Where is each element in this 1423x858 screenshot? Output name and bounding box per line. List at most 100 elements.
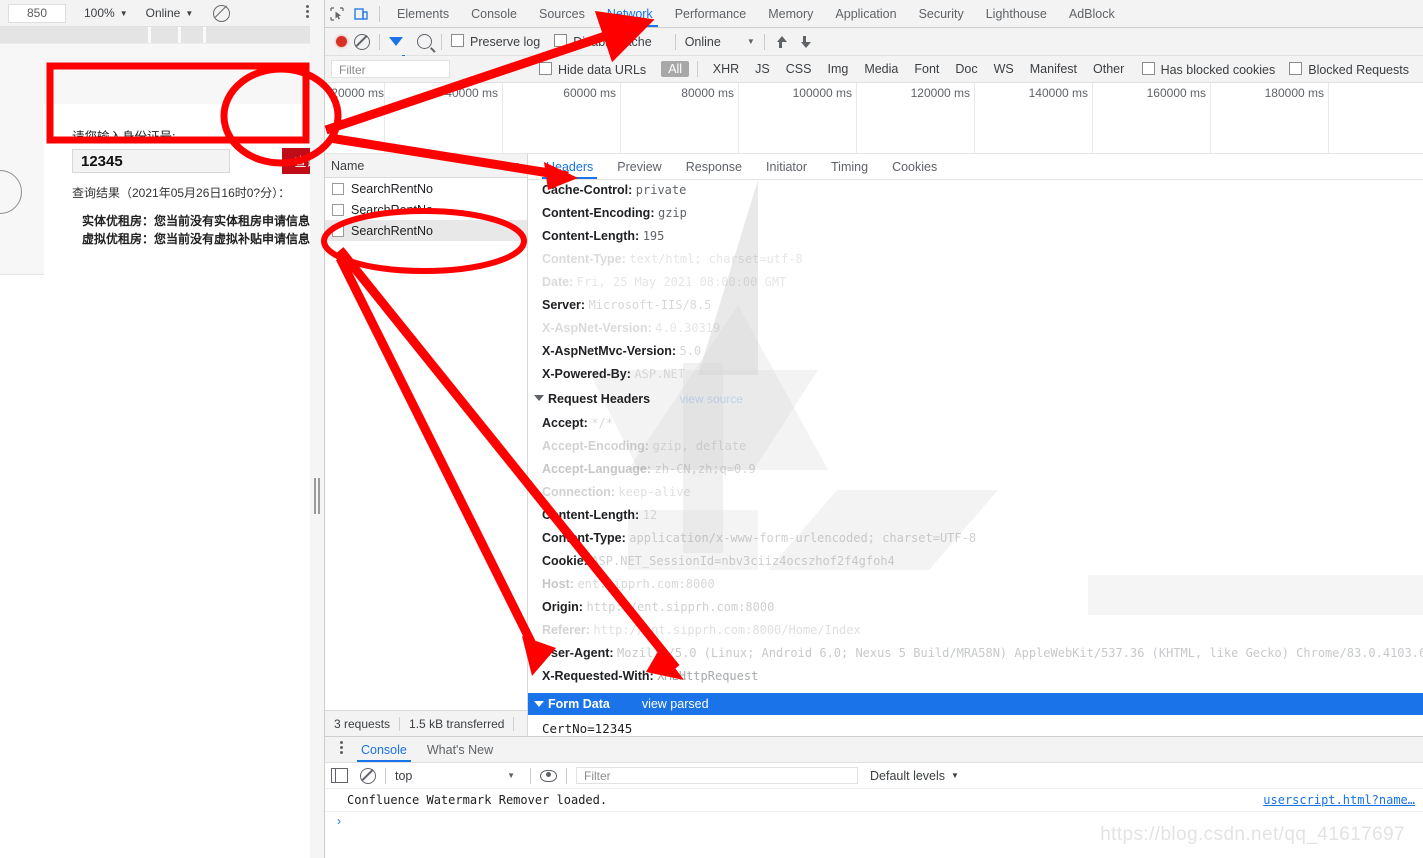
toggle-device-toolbar-icon[interactable]: [349, 2, 373, 26]
tab-network[interactable]: Network: [596, 1, 664, 27]
emulated-viewport: 请您输入身份证号: 12345 查询 查询结果（2021年05月26日16时0?…: [0, 44, 324, 318]
type-filter-css[interactable]: CSS: [779, 61, 819, 77]
tab-headers[interactable]: Headers: [534, 155, 605, 179]
device-zoom-select[interactable]: 100% ▼: [84, 6, 128, 20]
timeline-tick-label: 80000 ms: [681, 86, 734, 100]
request-headers-section-title[interactable]: Request Headers view source: [534, 392, 743, 406]
table-row[interactable]: SearchRentNo: [325, 199, 527, 220]
network-filter-row: Filter Hide data URLs All XHR JS CSS Img…: [325, 56, 1423, 83]
throttling-select[interactable]: Online ▼: [685, 35, 755, 49]
request-list-column: Name SearchRentNo SearchRentNo SearchRen…: [325, 154, 528, 737]
splitter-grip[interactable]: [314, 478, 320, 514]
console-prompt[interactable]: ›: [325, 811, 341, 831]
checkbox-icon[interactable]: [1141, 61, 1155, 75]
preserve-log-label: Preserve log: [470, 35, 541, 49]
tab-whats-new[interactable]: What's New: [417, 738, 503, 762]
view-parsed-link[interactable]: view parsed: [642, 697, 709, 711]
inspect-element-icon[interactable]: [325, 2, 349, 26]
type-filter-ws[interactable]: WS: [987, 61, 1021, 77]
no-throttling-icon[interactable]: [213, 4, 231, 22]
network-timeline-overview[interactable]: 20000 ms 40000 ms 60000 ms 80000 ms 1000…: [325, 83, 1423, 154]
type-filter-xhr[interactable]: XHR: [706, 61, 746, 77]
import-har-icon[interactable]: [774, 35, 788, 49]
type-filter-all[interactable]: All: [661, 61, 690, 77]
search-magnifier-icon[interactable]: [417, 34, 432, 49]
chevron-down-icon: ▼: [119, 8, 128, 18]
record-button-icon[interactable]: [336, 36, 347, 47]
preserve-log-checkbox[interactable]: Preserve log: [451, 34, 540, 49]
timeline-tick-label: 40000 ms: [445, 86, 498, 100]
console-context-select[interactable]: top ▼: [395, 769, 521, 783]
checkbox-icon[interactable]: [332, 182, 344, 195]
tab-preview[interactable]: Preview: [605, 155, 673, 179]
checkbox-icon[interactable]: [1289, 61, 1303, 75]
tab-timing[interactable]: Timing: [819, 155, 880, 179]
console-toolbar: top ▼ Filter Default levels ▼: [325, 763, 1423, 789]
type-filter-doc[interactable]: Doc: [948, 61, 984, 77]
tab-lighthouse[interactable]: Lighthouse: [975, 1, 1058, 27]
tab-cookies[interactable]: Cookies: [880, 155, 949, 179]
type-filter-media[interactable]: Media: [857, 61, 905, 77]
kebab-menu-icon[interactable]: [331, 740, 351, 759]
header-value: gzip: [657, 206, 687, 220]
hide-data-urls-checkbox[interactable]: Hide data URLs: [538, 61, 646, 77]
tab-initiator[interactable]: Initiator: [754, 155, 819, 179]
console-message-source[interactable]: userscript.html?name…: [1263, 793, 1415, 807]
device-network-select[interactable]: Online ▼: [146, 6, 194, 20]
type-filter-js[interactable]: JS: [748, 61, 777, 77]
csdn-watermark: https://blog.csdn.net/qq_41617697: [1100, 824, 1405, 845]
header-value: 5.0: [679, 344, 702, 358]
console-sidebar-icon[interactable]: [331, 768, 348, 783]
header-name: Cookie:: [542, 554, 588, 568]
tab-security[interactable]: Security: [908, 1, 975, 27]
console-message-row: Confluence Watermark Remover loaded. use…: [325, 789, 1423, 812]
export-har-icon[interactable]: [798, 35, 812, 49]
request-name-column-header[interactable]: Name: [325, 154, 527, 178]
checkbox-icon[interactable]: [538, 61, 552, 75]
has-blocked-cookies-checkbox[interactable]: Has blocked cookies: [1141, 61, 1275, 77]
clear-console-icon[interactable]: [360, 767, 376, 784]
table-row[interactable]: SearchRentNo: [325, 178, 527, 199]
timeline-tick-label: 120000 ms: [910, 86, 970, 100]
checkbox-icon[interactable]: [332, 224, 344, 237]
timeline-tick-label: 60000 ms: [563, 86, 616, 100]
tab-memory[interactable]: Memory: [757, 1, 824, 27]
type-filter-other[interactable]: Other: [1086, 61, 1131, 77]
clear-icon[interactable]: [354, 33, 370, 50]
console-levels-select[interactable]: Default levels ▼: [870, 769, 959, 783]
chevron-down-icon[interactable]: [511, 163, 519, 168]
checkbox-icon[interactable]: [554, 34, 568, 47]
tab-console-drawer[interactable]: Console: [351, 738, 417, 762]
header-name: Host:: [542, 577, 574, 591]
device-width-input[interactable]: 850: [8, 3, 66, 23]
filter-funnel-icon[interactable]: [389, 37, 405, 60]
type-filter-manifest[interactable]: Manifest: [1023, 61, 1084, 77]
cert-number-input[interactable]: 12345: [72, 149, 230, 173]
type-filter-font[interactable]: Font: [907, 61, 946, 77]
blocked-requests-checkbox[interactable]: Blocked Requests: [1289, 61, 1409, 77]
tab-response[interactable]: Response: [674, 155, 754, 179]
console-filter-input[interactable]: Filter: [576, 767, 858, 784]
network-filter-input[interactable]: Filter: [331, 60, 450, 78]
table-row[interactable]: SearchRentNo: [325, 220, 527, 241]
header-name: Content-Length:: [542, 508, 640, 522]
site-page: 请您输入身份证号: 12345 查询 查询结果（2021年05月26日16时0?…: [44, 104, 324, 318]
form-data-section-bar[interactable]: Form Data view parsed: [528, 693, 1423, 715]
header-name: Server:: [542, 298, 586, 312]
disable-cache-checkbox[interactable]: Disable cache: [554, 34, 652, 49]
drawer-tabbar: Console What's New: [325, 737, 1423, 763]
tab-console[interactable]: Console: [460, 1, 528, 27]
tab-performance[interactable]: Performance: [664, 1, 758, 27]
checkbox-icon[interactable]: [332, 203, 344, 216]
checkbox-icon[interactable]: [451, 34, 464, 47]
tab-adblock[interactable]: AdBlock: [1058, 1, 1126, 27]
tab-elements[interactable]: Elements: [386, 1, 460, 27]
type-filter-img[interactable]: Img: [820, 61, 855, 77]
tab-sources[interactable]: Sources: [528, 1, 596, 27]
live-expression-icon[interactable]: [540, 769, 557, 782]
tab-application[interactable]: Application: [824, 1, 907, 27]
watermark-artifact: [588, 370, 818, 470]
view-source-link[interactable]: view source: [680, 392, 743, 406]
panel-splitter[interactable]: [310, 0, 324, 858]
device-handle-circle[interactable]: [0, 170, 22, 214]
